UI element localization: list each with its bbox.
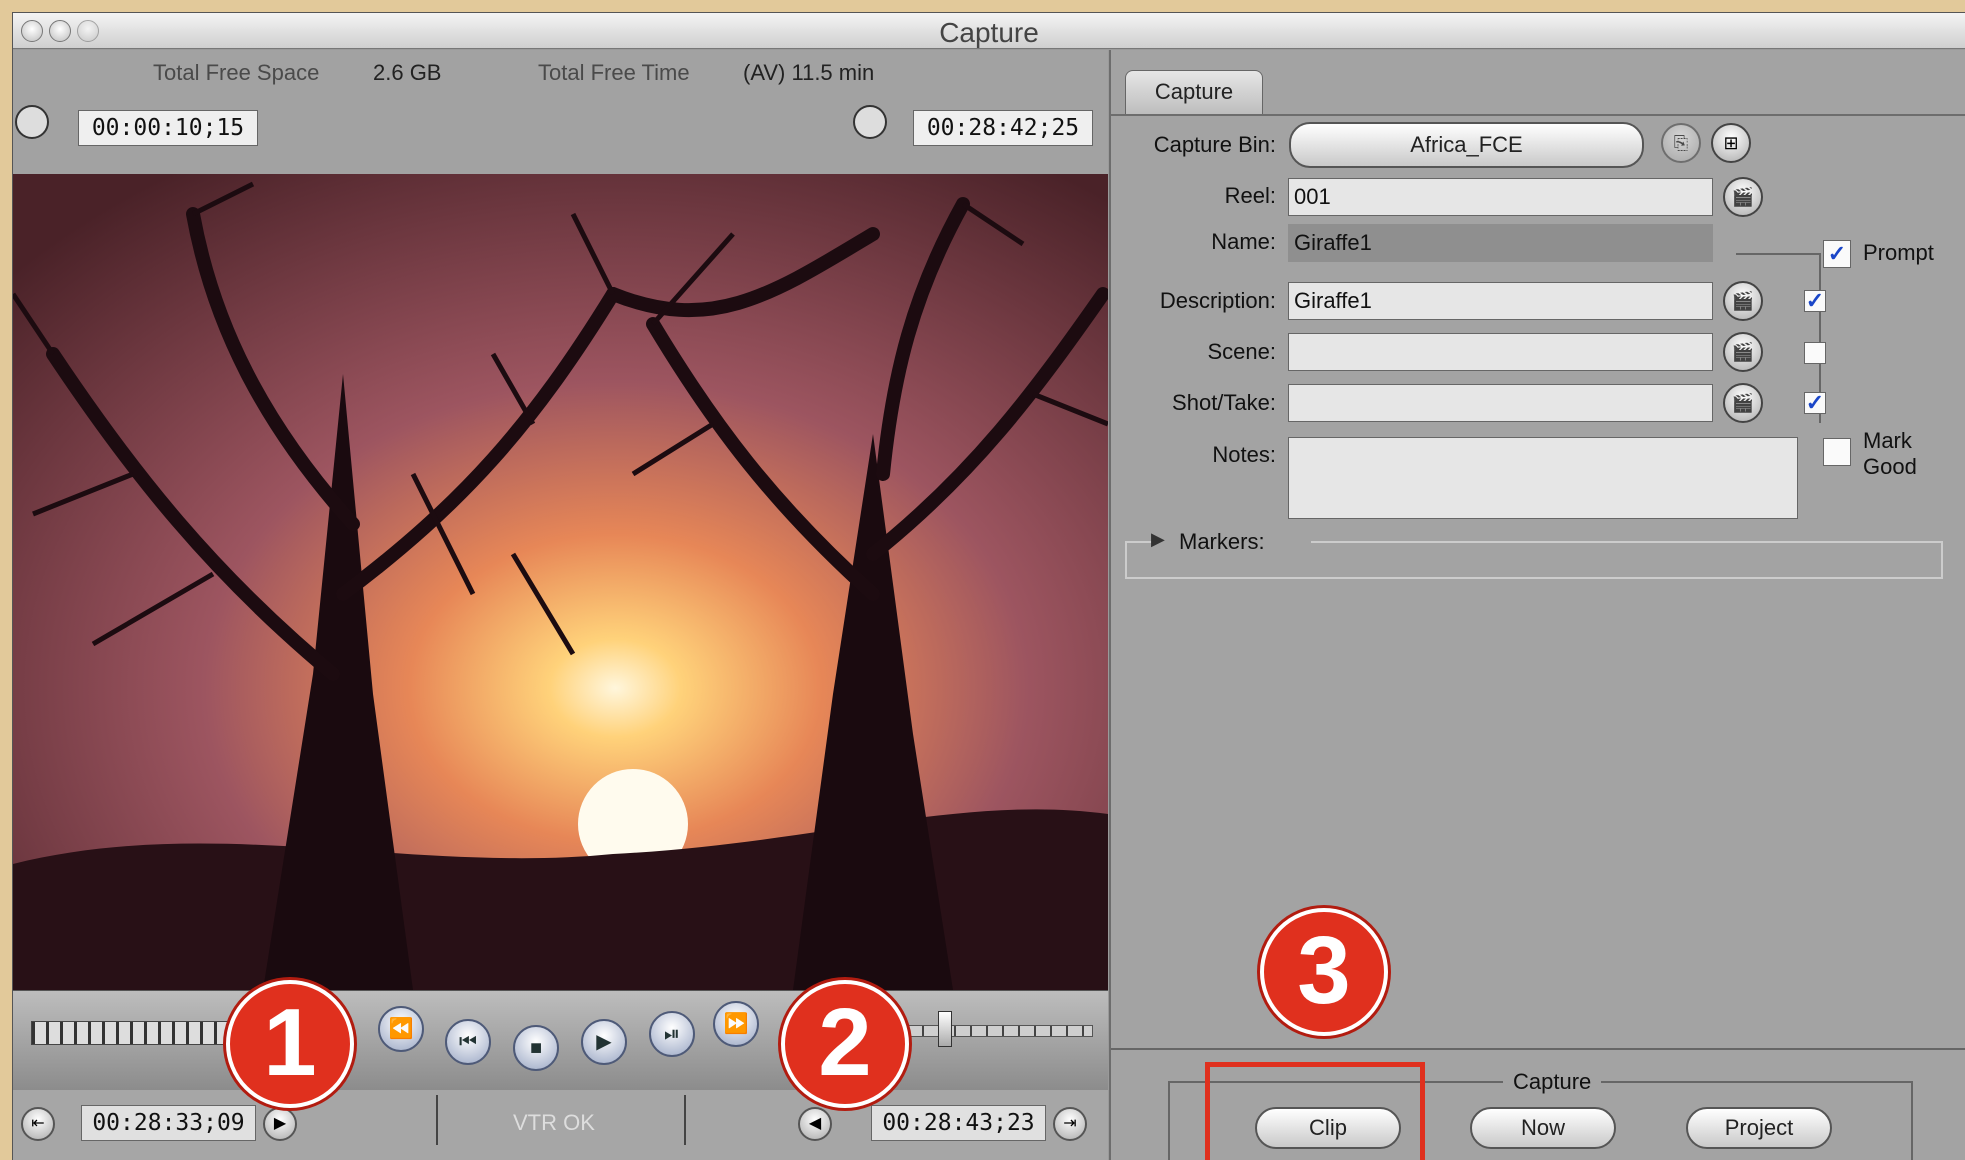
tab-divider [1111,114,1965,116]
callout-1: 1 [226,980,354,1108]
clip-highlight-box [1205,1062,1425,1160]
shot-take-label: Shot/Take: [1172,390,1276,415]
prompt-checkbox[interactable]: ✓ [1823,240,1851,268]
markers-label: Markers: [1179,529,1265,554]
free-space-label: Total Free Space [153,60,320,85]
play-around-icon[interactable]: ⏯ [649,1011,695,1057]
play-in-to-out-icon[interactable]: ⏮ [445,1019,491,1065]
in-point-timecode[interactable]: 00:28:33;09 [81,1105,256,1141]
scene-field[interactable] [1288,333,1713,371]
name-label: Name: [1211,229,1276,254]
capture-window: Capture Total Free Space 2.6 GB Total Fr… [12,12,1965,1160]
callout-2: 2 [781,980,909,1108]
preview-area: Total Free Space 2.6 GB Total Free Time … [13,50,1108,1160]
sunset-tree-image [13,174,1108,990]
capture-bin-label: Capture Bin: [1153,132,1276,157]
title-bar: Capture [13,13,1965,49]
prompt-connector [1736,253,1821,255]
video-preview [13,174,1108,990]
go-to-in-icon[interactable]: ▶ [263,1107,297,1141]
notes-label: Notes: [1212,442,1276,467]
up-bin-icon[interactable]: ⎘ [1661,123,1701,163]
clapper-icon[interactable]: 🎬 [1723,332,1763,372]
stop-icon[interactable]: ■ [513,1025,559,1071]
free-time-value: (AV) 11.5 min [743,60,875,85]
jog-handle[interactable] [938,1011,952,1047]
description-checkbox[interactable]: ✓ [1804,290,1826,312]
scene-checkbox[interactable] [1804,342,1826,364]
mark-good-label-2: Good [1863,454,1917,479]
name-field: Giraffe1 [1288,224,1713,262]
shot-take-field[interactable] [1288,384,1713,422]
set-in-icon[interactable]: ⇤ [21,1107,55,1141]
current-timecode-clock-icon [853,105,887,139]
capture-panel: Capture Capture Bin: Africa_FCE ⎘ ⊞ Reel… [1109,50,1965,1160]
disclosure-triangle-icon[interactable]: ▶ [1151,529,1165,550]
free-time-label: Total Free Time [538,60,690,85]
free-space-value: 2.6 GB [373,60,442,85]
description-field[interactable]: Giraffe1 [1288,282,1713,320]
vtr-status: VTR OK [513,1110,595,1135]
new-bin-icon[interactable]: ⊞ [1711,123,1751,163]
set-out-icon[interactable]: ⇥ [1053,1107,1087,1141]
rewind-icon[interactable]: ⏪ [378,1006,424,1052]
description-label: Description: [1159,288,1276,313]
bottom-bar: ⇤ 00:28:33;09 ▶ VTR OK ◀ 00:28:43;23 ⇥ [13,1090,1108,1160]
reel-label: Reel: [1224,183,1276,208]
window-title: Capture [939,17,1039,48]
scene-label: Scene: [1207,339,1277,364]
reel-field[interactable]: 001 [1288,178,1713,216]
duration-timecode[interactable]: 00:00:10;15 [78,110,258,146]
capture-bin-button[interactable]: Africa_FCE [1289,122,1644,168]
callout-3: 3 [1260,908,1388,1036]
out-point-timecode[interactable]: 00:28:43;23 [871,1105,1046,1141]
fast-forward-icon[interactable]: ⏩ [713,1001,759,1047]
shot-take-checkbox[interactable]: ✓ [1804,392,1826,414]
go-to-out-icon[interactable]: ◀ [798,1107,832,1141]
clapper-icon[interactable]: 🎬 [1723,281,1763,321]
clapper-icon[interactable]: 🎬 [1723,383,1763,423]
tab-capture[interactable]: Capture [1125,70,1263,114]
mark-good-checkbox[interactable] [1823,438,1851,466]
mark-good-label-1: Mark [1863,428,1912,453]
capture-now-button[interactable]: Now [1470,1107,1616,1149]
prompt-label: Prompt [1863,240,1934,265]
transport-controls: ⏪ ⏮ ■ ▶ ⏯ ⏩ [13,990,1108,1090]
markers-rule-right [1311,541,1943,543]
capture-group-title: Capture [1503,1069,1602,1095]
panel-divider [1111,1048,1965,1050]
current-timecode[interactable]: 00:28:42;25 [913,110,1093,146]
duration-clock-icon [15,105,49,139]
play-icon[interactable]: ▶ [581,1019,627,1065]
clapper-icon[interactable]: 🎬 [1723,177,1763,217]
notes-field[interactable] [1288,437,1798,519]
capture-project-button[interactable]: Project [1686,1107,1832,1149]
